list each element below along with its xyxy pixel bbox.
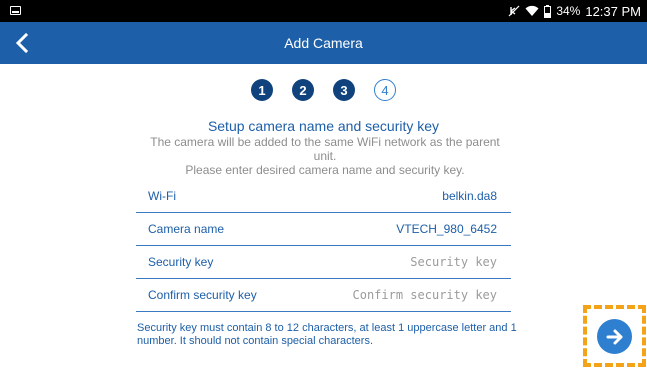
confirm-key-label: Confirm security key <box>148 288 257 302</box>
security-key-hint: Security key must contain 8 to 12 charac… <box>137 322 517 347</box>
wifi-icon <box>525 5 539 16</box>
confirm-key-row: Confirm security key <box>136 279 511 312</box>
status-icons: 34% 12:37 PM <box>508 3 641 19</box>
security-key-label: Security key <box>148 255 214 269</box>
wifi-label: Wi-Fi <box>148 189 176 203</box>
security-key-row: Security key <box>136 246 511 279</box>
camera-name-field[interactable]: VTECH_980_6452 <box>396 222 497 236</box>
step-4: 4 <box>374 79 396 101</box>
wifi-row: Wi-Fi belkin.da8 <box>136 180 511 213</box>
next-button[interactable] <box>597 319 632 354</box>
step-2: 2 <box>292 79 314 101</box>
security-key-input[interactable] <box>322 255 497 269</box>
section-description: The camera will be added to the same WiF… <box>145 135 505 177</box>
battery-icon <box>544 4 552 18</box>
page-title: Add Camera <box>284 35 363 51</box>
camera-name-row[interactable]: Camera name VTECH_980_6452 <box>136 213 511 246</box>
step-indicator: 1 2 3 4 <box>0 79 647 101</box>
next-button-highlight <box>583 305 646 367</box>
step-1: 1 <box>251 79 273 101</box>
camera-setup-form: Wi-Fi belkin.da8 Camera name VTECH_980_6… <box>136 180 511 312</box>
section-heading: Setup camera name and security key <box>207 118 440 134</box>
status-bar: 34% 12:37 PM <box>0 0 647 22</box>
step-3: 3 <box>333 79 355 101</box>
camera-name-label: Camera name <box>148 222 225 236</box>
confirm-key-input[interactable] <box>322 288 497 302</box>
battery-percent: 34% <box>556 4 581 18</box>
description-line-2: Please enter desired camera name and sec… <box>185 163 465 177</box>
clock: 12:37 PM <box>585 3 641 19</box>
description-line-1: The camera will be added to the same WiF… <box>150 135 500 163</box>
arrow-right-icon <box>606 329 622 344</box>
app-bar: Add Camera <box>0 22 647 64</box>
mute-icon <box>508 5 520 17</box>
notification-icon <box>10 6 21 15</box>
wifi-value: belkin.da8 <box>442 189 497 203</box>
